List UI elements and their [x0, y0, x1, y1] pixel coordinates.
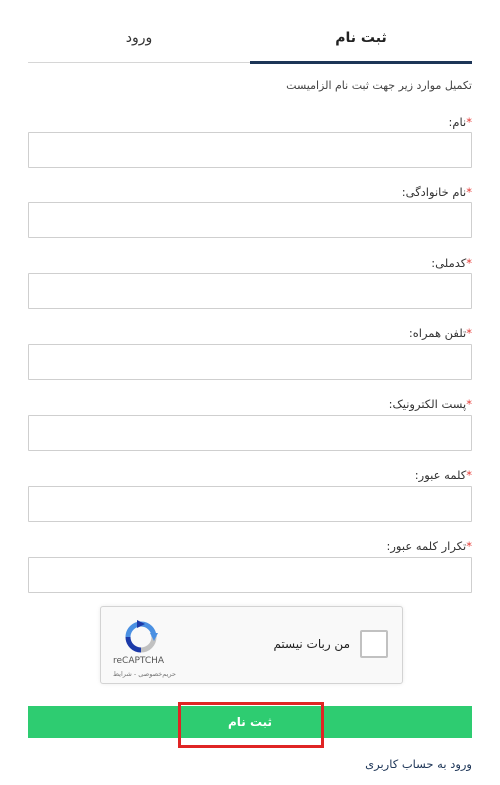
last-name-label: *نام خانوادگی:	[402, 185, 472, 199]
mobile-label-text: تلفن همراه:	[408, 326, 467, 340]
active-tab-indicator	[250, 61, 472, 64]
email-input[interactable]	[28, 415, 472, 451]
required-mark: *	[466, 539, 472, 553]
recaptcha-widget: من ربات نیستم reCAPTCHA حریم‌خصوصی - شرا…	[100, 606, 403, 684]
national-code-label-text: کدملی:	[431, 256, 467, 270]
required-mark: *	[466, 256, 472, 270]
confirm-password-input[interactable]	[28, 557, 472, 593]
mobile-input[interactable]	[28, 344, 472, 380]
first-name-label: *نام:	[449, 115, 472, 129]
form-intro-text: تکمیل موارد زیر جهت ثبت نام الزامیست	[286, 79, 472, 92]
login-account-link[interactable]: ورود به حساب کاربری	[365, 757, 472, 771]
recaptcha-terms-link[interactable]: حریم‌خصوصی - شرایط	[113, 670, 176, 678]
last-name-input[interactable]	[28, 202, 472, 238]
recaptcha-label: من ربات نیستم	[273, 637, 350, 651]
tab-register[interactable]: ثبت نام	[250, 14, 472, 62]
first-name-input[interactable]	[28, 132, 472, 168]
recaptcha-brand: reCAPTCHA	[113, 656, 165, 666]
required-mark: *	[466, 397, 472, 411]
recaptcha-checkbox[interactable]	[360, 630, 388, 658]
register-submit-button[interactable]: ثبت نام	[28, 706, 472, 738]
mobile-label: *تلفن همراه:	[409, 326, 472, 340]
confirm-password-label: *تکرار کلمه عبور:	[386, 539, 472, 553]
tab-login[interactable]: ورود	[28, 14, 250, 62]
first-name-label-text: نام:	[448, 115, 467, 129]
required-mark: *	[466, 185, 472, 199]
password-label: *کلمه عبور:	[415, 468, 472, 482]
required-mark: *	[466, 115, 472, 129]
recaptcha-logo-icon	[125, 620, 158, 653]
national-code-label: *کدملی:	[431, 256, 472, 270]
required-mark: *	[466, 326, 472, 340]
auth-tabs: ثبت نام ورود	[28, 14, 472, 64]
password-input[interactable]	[28, 486, 472, 522]
last-name-label-text: نام خانوادگی:	[401, 185, 467, 199]
required-mark: *	[466, 468, 472, 482]
password-label-text: کلمه عبور:	[414, 468, 467, 482]
confirm-password-label-text: تکرار کلمه عبور:	[386, 539, 467, 553]
national-code-input[interactable]	[28, 273, 472, 309]
email-label: *پست الکترونیک:	[389, 397, 472, 411]
email-label-text: پست الکترونیک:	[388, 397, 467, 411]
